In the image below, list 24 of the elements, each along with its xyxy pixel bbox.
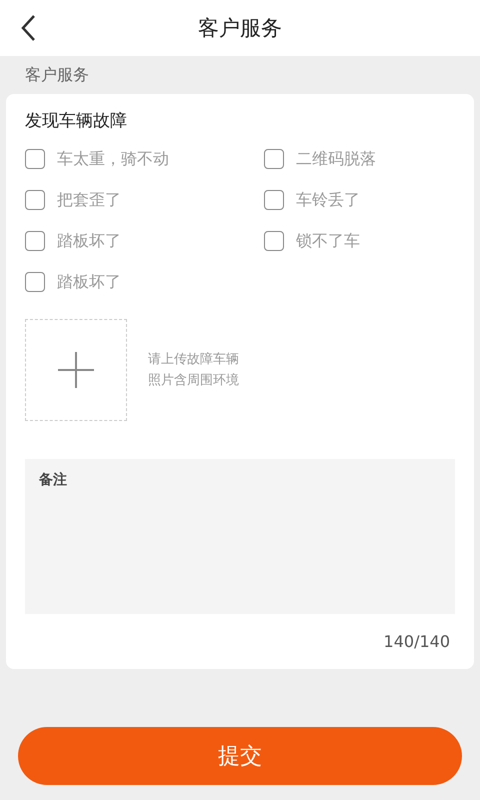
notes-label: 备注 — [39, 471, 67, 489]
checkbox[interactable] — [25, 149, 45, 169]
section-label: 客户服务 — [25, 65, 89, 85]
checkbox[interactable] — [25, 231, 45, 251]
option-label: 二维码脱落 — [296, 148, 376, 170]
checkbox[interactable] — [264, 190, 284, 210]
back-icon — [20, 14, 36, 42]
option-label: 车铃丢了 — [296, 189, 360, 211]
notes-field[interactable]: 备注 — [25, 459, 455, 614]
page-title: 客户服务 — [198, 15, 282, 42]
option-label: 踏板坏了 — [57, 230, 121, 252]
character-counter: 140/140 — [384, 632, 450, 651]
checkbox[interactable] — [264, 231, 284, 251]
checkbox[interactable] — [25, 272, 45, 292]
option-label: 锁不了车 — [296, 230, 360, 252]
plus-icon — [58, 352, 94, 388]
card-title: 发现车辆故障 — [25, 110, 127, 132]
upload-hint: 请上传故障车辆 — [148, 351, 239, 369]
upload-hint: 照片含周围环境 — [148, 372, 239, 390]
option-label: 车太重，骑不动 — [57, 148, 169, 170]
checkbox[interactable] — [264, 149, 284, 169]
option-label: 把套歪了 — [57, 189, 121, 211]
option-label: 踏板坏了 — [57, 271, 121, 293]
checkbox[interactable] — [25, 190, 45, 210]
